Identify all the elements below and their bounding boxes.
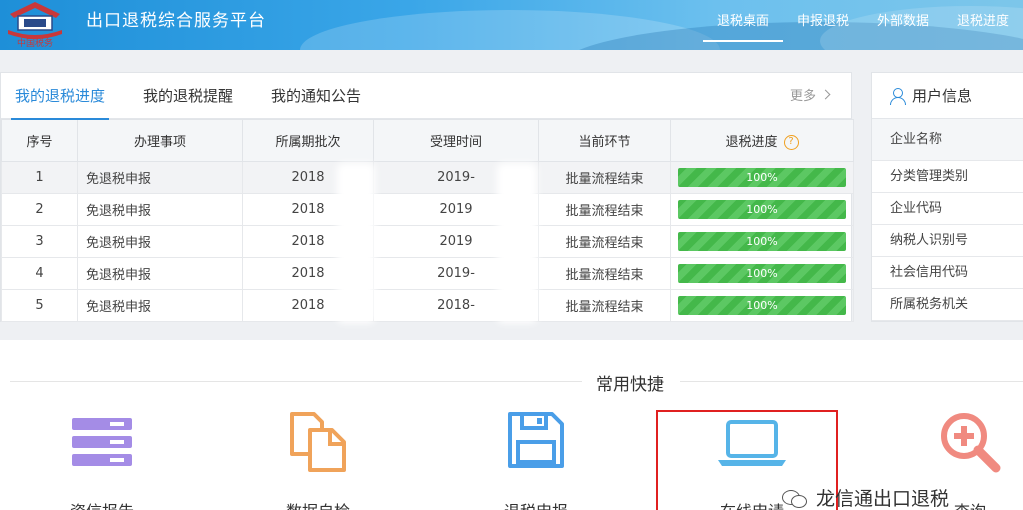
shortcut-data-selfcheck[interactable]: 数据自检 (238, 410, 398, 510)
shortcut-data-selfcheck-label: 数据自检 (238, 498, 398, 510)
user-field-taxpayer-id: 纳税人识别号 (872, 225, 1023, 257)
tab-my-refund-reminders[interactable]: 我的退税提醒 (143, 73, 233, 119)
panel-tabs: 我的退税进度 我的退税提醒 我的通知公告 更多 (1, 73, 851, 120)
cell-progress: 100% (670, 161, 854, 194)
tab-my-refund-progress[interactable]: 我的退税进度 (10, 73, 110, 120)
table-header-row: 序号 办理事项 所属期批次 受理时间 当前环节 退税进度? (1, 119, 854, 162)
shortcut-credit-report-label: 资信报告 (22, 498, 182, 510)
nav-refund-progress[interactable]: 退税进度 (943, 12, 1023, 32)
progress-bar: 100% (678, 264, 846, 283)
watermark-text: 龙信通出口退税 (816, 488, 950, 510)
col-header-no: 序号 (1, 119, 78, 162)
col-header-item: 办理事项 (77, 119, 243, 162)
user-info-panel: 用户信息 企业名称 分类管理类别 企业代码 纳税人识别号 社会信用代码 所属税务… (871, 72, 1023, 322)
logo-text: 中国税务 (17, 37, 53, 48)
documents-icon (290, 412, 346, 472)
watermark: 龙信通出口退税 (782, 484, 949, 510)
col-header-period: 所属期批次 (242, 119, 374, 162)
cell-stage: 批量流程结束 (538, 289, 671, 322)
floppy-save-icon (508, 412, 564, 468)
server-list-icon (72, 418, 132, 466)
cell-no: 5 (1, 289, 78, 322)
chevron-right-icon (820, 89, 831, 100)
cell-item: 免退税申报 (77, 161, 243, 194)
cell-progress: 100% (670, 257, 854, 290)
cell-progress: 100% (670, 225, 854, 258)
top-header: 中国税务 出口退税综合服务平台 退税桌面 申报退税 外部数据 退税进度 (0, 0, 1023, 50)
table-row[interactable]: 4 免退税申报 2018 2019- 批量流程结束 100% (1, 257, 854, 290)
shortcuts-title: 常用快捷 (596, 375, 664, 395)
shortcut-refund-declare[interactable]: 退税申报 (456, 410, 616, 510)
tax-emblem-logo-icon: 中国税务 (8, 2, 62, 48)
nav-external-data[interactable]: 外部数据 (863, 12, 943, 32)
privacy-mask-time (497, 163, 537, 323)
user-field-company-name: 企业名称 (872, 119, 1023, 161)
shortcut-refund-declare-label: 退税申报 (456, 498, 616, 510)
cell-progress: 100% (670, 193, 854, 226)
cell-stage: 批量流程结束 (538, 257, 671, 290)
user-field-tax-authority: 所属税务机关 (872, 289, 1023, 321)
cell-no: 4 (1, 257, 78, 290)
cell-no: 2 (1, 193, 78, 226)
progress-bar: 100% (678, 296, 846, 315)
nav-declare-refund[interactable]: 申报退税 (783, 12, 863, 32)
cell-item: 免退税申报 (77, 193, 243, 226)
divider-left (10, 381, 582, 382)
table-row[interactable]: 3 免退税申报 2018 2019 批量流程结束 100% (1, 225, 854, 258)
col-header-progress: 退税进度? (670, 119, 854, 162)
progress-bar: 100% (678, 232, 846, 251)
table-row[interactable]: 1 免退税申报 2018 2019- 批量流程结束 100% (1, 161, 854, 194)
cell-stage: 批量流程结束 (538, 225, 671, 258)
cell-stage: 批量流程结束 (538, 161, 671, 194)
privacy-mask-period (337, 163, 375, 323)
cell-no: 1 (1, 161, 78, 194)
user-field-credit-code: 社会信用代码 (872, 257, 1023, 289)
progress-table: 序号 办理事项 所属期批次 受理时间 当前环节 退税进度? 1 免退税申报 20… (1, 119, 854, 322)
more-link[interactable]: 更多 (789, 85, 831, 104)
user-info-header: 用户信息 (872, 73, 1023, 119)
user-field-company-code: 企业代码 (872, 193, 1023, 225)
refund-progress-panel: 我的退税进度 我的退税提醒 我的通知公告 更多 序号 办理事项 所属期批次 受理… (0, 72, 854, 323)
zoom-in-icon (941, 413, 1001, 473)
user-info-title: 用户信息 (912, 87, 973, 105)
help-question-icon[interactable]: ? (783, 135, 799, 150)
user-icon (890, 87, 906, 105)
divider-right (680, 381, 1023, 382)
cell-item: 免退税申报 (77, 225, 243, 258)
platform-name: 出口退税综合服务平台 (86, 11, 266, 31)
progress-bar: 100% (678, 200, 846, 219)
table-row[interactable]: 5 免退税申报 2018 2018- 批量流程结束 100% (1, 289, 854, 322)
tab-my-notices[interactable]: 我的通知公告 (271, 73, 361, 119)
brand-top-cutoff (86, 0, 366, 4)
nav-tax-desktop[interactable]: 退税桌面 (702, 12, 783, 42)
cell-no: 3 (1, 225, 78, 258)
col-header-progress-label: 退税进度 (725, 135, 778, 150)
col-header-time: 受理时间 (373, 119, 539, 162)
user-field-category: 分类管理类别 (872, 161, 1023, 193)
cell-item: 免退税申报 (77, 289, 243, 322)
shortcut-credit-report[interactable]: 资信报告 (22, 410, 182, 510)
shortcut-query[interactable]: 查询 (890, 410, 1023, 510)
cell-item: 免退税申报 (77, 257, 243, 290)
cell-stage: 批量流程结束 (538, 193, 671, 226)
cell-progress: 100% (670, 289, 854, 322)
more-label: 更多 (789, 89, 816, 104)
table-row[interactable]: 2 免退税申报 2018 2019 批量流程结束 100% (1, 193, 854, 226)
top-nav: 退税桌面 申报退税 外部数据 退税进度 (702, 12, 1023, 42)
progress-bar: 100% (678, 168, 846, 187)
wechat-icon (782, 488, 808, 508)
col-header-stage: 当前环节 (538, 119, 671, 162)
